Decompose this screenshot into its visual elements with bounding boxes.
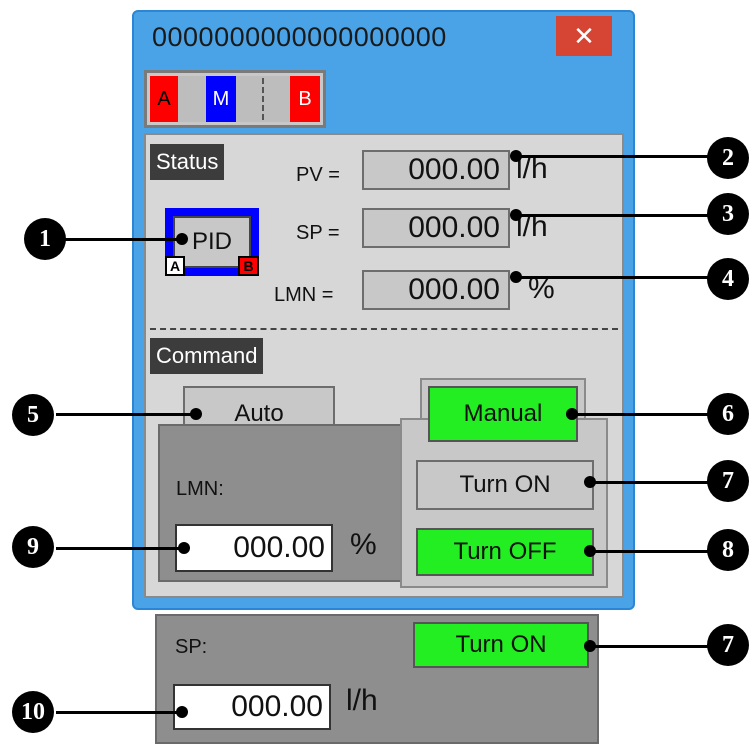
- lmn-input[interactable]: 000.00: [175, 524, 333, 572]
- sp-label: SP =: [296, 222, 340, 244]
- callout-badge: 4: [707, 258, 749, 300]
- sp-input-unit: l/h: [346, 684, 378, 717]
- command-heading: Command: [150, 338, 264, 374]
- lmn-label: LMN =: [274, 284, 334, 306]
- sp-turn-on-button[interactable]: Turn ON: [413, 622, 589, 668]
- callout-dot: [510, 209, 522, 221]
- callout-dot: [510, 271, 522, 283]
- lmn-input-label: LMN:: [176, 478, 224, 500]
- lmn-input-unit: %: [350, 528, 377, 561]
- callout-dot: [510, 150, 522, 162]
- callout-badge: 7: [707, 624, 749, 666]
- callout-line: [572, 413, 716, 416]
- callout-badge: 10: [12, 691, 54, 733]
- callout-dot: [178, 542, 190, 554]
- callout-line: [590, 481, 716, 484]
- mode-spacer: [178, 76, 206, 122]
- mode-separator: [262, 78, 264, 120]
- callout-badge: 5: [12, 394, 54, 436]
- status-heading: Status: [150, 144, 225, 180]
- close-button[interactable]: ✕: [556, 16, 612, 56]
- callout-dot: [584, 476, 596, 488]
- callout-dot: [190, 408, 202, 420]
- manual-button[interactable]: Manual: [428, 386, 578, 442]
- callout-line: [516, 214, 716, 217]
- callout-badge: 9: [12, 526, 54, 568]
- pv-label: PV =: [296, 164, 340, 186]
- callout-line: [62, 238, 182, 241]
- sp-input[interactable]: 000.00: [173, 684, 331, 730]
- mode-m-indicator: M: [206, 76, 236, 122]
- callout-dot: [584, 640, 596, 652]
- window-title: 0000000000000000000: [152, 22, 447, 52]
- pid-b-badge: B: [238, 256, 259, 276]
- callout-badge: 8: [707, 529, 749, 571]
- callout-badge: 2: [707, 137, 749, 179]
- callout-dot: [566, 408, 578, 420]
- callout-line: [590, 645, 716, 648]
- callout-badge: 7: [707, 460, 749, 502]
- mode-a-indicator: A: [150, 76, 178, 122]
- callout-line: [590, 550, 716, 553]
- callout-badge: 3: [707, 193, 749, 235]
- callout-line: [56, 547, 184, 550]
- callout-badge: 6: [707, 393, 749, 435]
- mode-b-indicator: B: [290, 76, 320, 122]
- callout-dot: [176, 706, 188, 718]
- callout-dot: [584, 545, 596, 557]
- pv-value: 000.00: [362, 150, 510, 190]
- callout-badge: 1: [24, 218, 66, 260]
- sp-input-label: SP:: [175, 636, 208, 658]
- callout-dot: [176, 233, 188, 245]
- section-divider: [150, 328, 618, 330]
- sp-value: 000.00: [362, 208, 510, 248]
- callout-line: [56, 711, 182, 714]
- callout-line: [516, 155, 716, 158]
- turn-off-button[interactable]: Turn OFF: [416, 528, 594, 576]
- pid-a-badge: A: [165, 256, 185, 276]
- callout-line: [56, 413, 196, 416]
- callout-line: [516, 276, 716, 279]
- turn-on-button[interactable]: Turn ON: [416, 460, 594, 510]
- lmn-value: 000.00: [362, 270, 510, 310]
